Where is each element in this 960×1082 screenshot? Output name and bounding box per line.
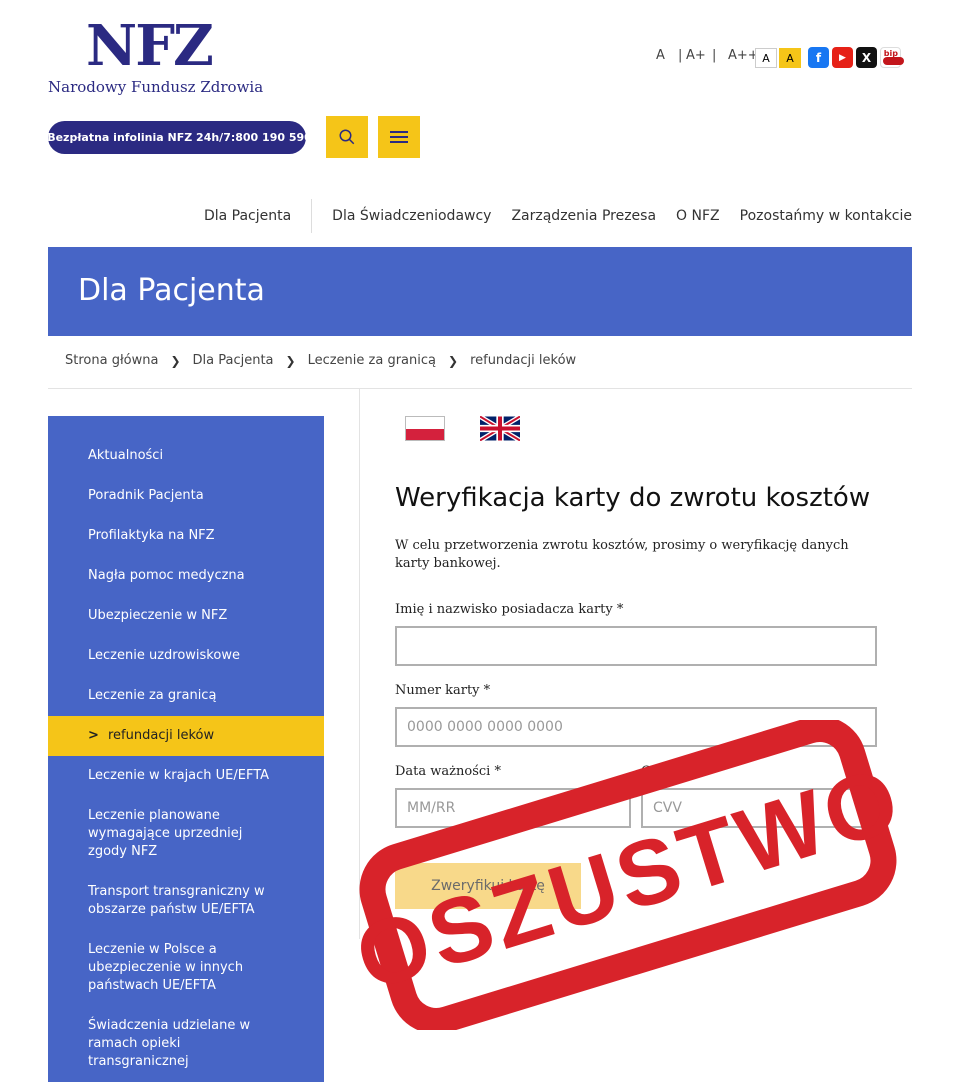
facebook-icon[interactable]: f [808,47,829,68]
helpline-button[interactable]: Bezpłatna infolinia NFZ 24h/7:800 190 59… [47,121,312,154]
social-links: f ▶ X bip [808,47,904,68]
expiry-date-label: Data ważności * [395,764,501,779]
sidebar-item-leczenie-uzdrowiskowe[interactable]: Leczenie uzdrowiskowe [48,636,324,676]
nav-item-o-nfz[interactable]: O NFZ [666,208,730,224]
sidebar-item-refundacji-lekow[interactable]: refundacji leków [48,716,324,756]
chevron-right-icon: ❯ [170,353,181,368]
expiry-date-input[interactable] [395,788,631,828]
cvv-input[interactable] [641,788,877,828]
nav-item-dla-pacjenta[interactable]: Dla Pacjenta [194,199,313,233]
sidebar-item-leczenie-za-granica[interactable]: Leczenie za granicą [48,676,324,716]
nav-item-zarzadzenia-prezesa[interactable]: Zarządzenia Prezesa [501,208,666,224]
nav-item-dla-swiadczeniodawcy[interactable]: Dla Świadczeniodawcy [322,208,501,224]
cardholder-name-input[interactable] [395,626,877,666]
menu-button[interactable] [378,116,420,158]
sidebar-item-aktualnosci[interactable]: Aktualności [48,436,324,476]
cvv-label: CVV * [641,764,681,779]
form-description: W celu przetworzenia zwrotu kosztów, pro… [395,538,849,571]
breadcrumb-current: refundacji leków [470,353,577,368]
search-button[interactable] [326,116,368,158]
cardholder-name-label: Imię i nazwisko posiadacza karty * [395,602,624,617]
chevron-right-icon: ❯ [448,353,459,368]
polish-flag-icon[interactable] [405,416,445,441]
card-number-input[interactable] [395,707,877,747]
hamburger-icon [390,131,408,143]
chevron-right-icon: ❯ [285,353,296,368]
form-title: Weryfikacja karty do zwrotu kosztów [395,483,871,513]
sidebar-item-leczenie-ue-efta[interactable]: Leczenie w krajach UE/EFTA [48,756,324,796]
facebook-glyph: f [815,50,822,65]
breadcrumb-home[interactable]: Strona główna [65,353,158,368]
sidebar-item-swiadczenia[interactable]: Świadczenia udzielane w ramach opieki tr… [48,1006,324,1082]
sidebar-item-profilaktyka[interactable]: Profilaktyka na NFZ [48,516,324,556]
helpline-label: Bezpłatna infolinia NFZ 24h/7:800 190 59… [47,131,312,144]
nfz-logo[interactable]: NFZ Narodowy Fundusz Zdrowia [48,18,268,98]
page-banner: Dla Pacjenta [48,247,912,336]
breadcrumb-divider [48,388,912,389]
contrast-controls: A A [755,48,801,68]
main-navigation: Dla Pacjenta Dla Świadczeniodawcy Zarząd… [194,199,912,233]
content-divider [359,389,360,939]
x-twitter-icon[interactable]: X [856,47,877,68]
breadcrumb-leczenie-za-granica[interactable]: Leczenie za granicą [308,353,436,368]
font-size-separator: | [712,48,717,63]
contrast-normal-button[interactable]: A [755,48,777,68]
font-size-controls: A | A+ | A++ [656,48,762,63]
sidebar-item-leczenie-planowane[interactable]: Leczenie planowane wymagające uprzedniej… [48,796,324,872]
contrast-high-button[interactable]: A [779,48,801,68]
logo-text: Narodowy Fundusz Zdrowia [48,78,264,96]
font-size-large[interactable]: A+ [686,48,712,63]
sidebar-item-transport[interactable]: Transport transgraniczny w obszarze pańs… [48,872,324,930]
card-number-label: Numer karty * [395,683,491,698]
logo-mark: NFZ [86,13,214,79]
sidebar-item-nagla-pomoc[interactable]: Nagła pomoc medyczna [48,556,324,596]
font-size-separator: | [678,48,683,63]
sidebar-item-ubezpieczenie[interactable]: Ubezpieczenie w NFZ [48,596,324,636]
youtube-icon[interactable]: ▶ [832,47,853,68]
sidebar-item-leczenie-w-polsce[interactable]: Leczenie w Polsce a ubezpieczenie w inny… [48,930,324,1006]
bip-icon[interactable]: bip [880,47,904,68]
sidebar-item-poradnik-pacjenta[interactable]: Poradnik Pacjenta [48,476,324,516]
x-glyph: X [861,50,872,65]
sidebar-menu: Aktualności Poradnik Pacjenta Profilakty… [48,416,324,1082]
font-size-normal[interactable]: A [656,48,678,63]
youtube-glyph: ▶ [839,52,846,63]
breadcrumb: Strona główna ❯ Dla Pacjenta ❯ Leczenie … [65,353,576,368]
uk-flag-icon[interactable] [480,416,520,441]
nav-item-pozostanmy-w-kontakcie[interactable]: Pozostańmy w kontakcie [730,208,912,224]
verify-card-button[interactable]: Zweryfikuj kartę [395,863,581,909]
breadcrumb-dla-pacjenta[interactable]: Dla Pacjenta [193,353,274,368]
search-icon [339,129,355,145]
page-title: Dla Pacjenta [78,273,265,308]
